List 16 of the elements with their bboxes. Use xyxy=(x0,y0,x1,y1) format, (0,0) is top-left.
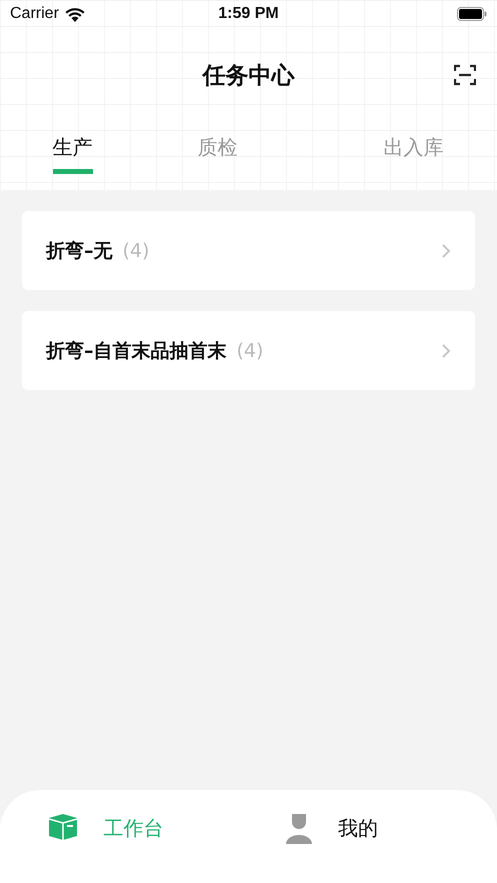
carrier-label: Carrier xyxy=(10,5,59,23)
chevron-right-icon xyxy=(441,242,451,258)
task-card[interactable]: 折弯–无 (4) xyxy=(22,211,475,290)
battery-icon xyxy=(457,7,487,21)
nav-tab[interactable]: 我的 xyxy=(211,790,497,866)
task-count: (4) xyxy=(122,240,150,262)
chevron-right-icon xyxy=(441,342,451,358)
tab[interactable]: 生产 xyxy=(52,122,93,174)
page-title: 任务中心 xyxy=(202,62,294,90)
task-card[interactable]: 折弯–自首末品抽首末 (4) xyxy=(22,311,475,390)
wifi-icon xyxy=(64,6,85,22)
scan-icon[interactable] xyxy=(454,64,476,86)
task-count: (4) xyxy=(236,340,264,362)
task-name: 折弯–自首末品抽首末 xyxy=(46,338,226,364)
task-name: 折弯–无 xyxy=(46,238,112,264)
clock-time: 1:59 PM xyxy=(218,5,279,23)
